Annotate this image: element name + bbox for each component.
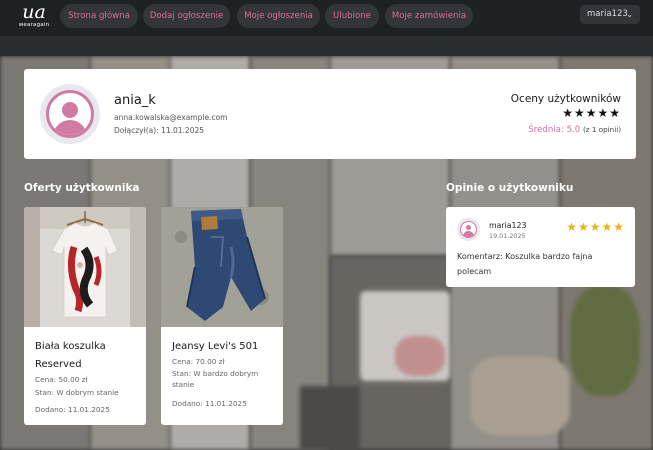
profile-email: anna.kowalska@example.com (114, 113, 228, 122)
product-price: Cena: 70.00 zł (172, 357, 225, 366)
nav-my-orders[interactable]: Moje zamówienia (385, 4, 473, 28)
avatar (457, 218, 480, 241)
review-date: 19.01.2025 (489, 232, 526, 240)
nav-add-listing[interactable]: Dodaj ogłoszenie (143, 4, 230, 28)
logo-wordmark: wearagain (18, 22, 50, 28)
offers-section-title: Oferty użytkownika (24, 182, 140, 194)
product-title[interactable]: Biała koszulka Reserved (35, 338, 139, 374)
nav-my-listings[interactable]: Moje ogłoszenia (237, 4, 320, 28)
user-menu-dropdown[interactable]: maria123 ⌄ (580, 5, 640, 24)
product-card[interactable]: Jeansy Levi's 501 Cena: 70.00 zł Stan: W… (161, 207, 283, 425)
product-condition: Stan: W bardzo dobrym stanie (172, 369, 259, 389)
review-comment: Komentarz: Koszulka bardzo fajna polecam (457, 249, 627, 279)
review-card: maria123 19.01.2025 ★★★★★ Komentarz: Kos… (446, 207, 635, 287)
profile-joined-date: Dołączył(a): 11.01.2025 (114, 126, 205, 135)
user-menu-label: maria123 (587, 9, 628, 19)
product-condition: Stan: W dobrym stanie (35, 388, 119, 397)
review-stars-icon: ★★★★★ (566, 220, 625, 234)
product-price: Cena: 50.00 zł (35, 375, 88, 384)
profile-card: ania_k anna.kowalska@example.com Dołączy… (24, 69, 636, 159)
reviews-section-title: Opinie o użytkowniku (446, 182, 574, 194)
nav-favorites[interactable]: Ulubione (325, 4, 379, 28)
ratings-title: Oceny użytkowników (510, 93, 621, 105)
product-card[interactable]: Biała koszulka Reserved Cena: 50.00 zł S… (24, 207, 146, 425)
rating-stars-icon: ★★★★★ (562, 106, 621, 120)
product-title[interactable]: Jeansy Levi's 501 (172, 338, 276, 356)
nav-home[interactable]: Strona główna (60, 4, 138, 28)
logo[interactable]: ua wearagain (14, 2, 54, 32)
avatar (40, 84, 100, 144)
review-comment-label: Komentarz: (457, 252, 503, 261)
product-added-date: Dodano: 11.01.2025 (35, 405, 110, 414)
profile-username: ania_k (114, 93, 156, 108)
navbar-strip (0, 36, 653, 56)
jeans-photo[interactable] (161, 207, 283, 327)
average-rating: Średnia: 5.0 (z 1 opinii) (528, 125, 621, 135)
rating-count: (z 1 opinii) (582, 125, 621, 134)
white-tshirt-photo[interactable] (24, 207, 146, 327)
logo-mark: ua (22, 1, 46, 23)
product-added-date: Dodano: 11.01.2025 (172, 399, 247, 408)
review-author: maria123 (489, 221, 527, 230)
average-rating-value: Średnia: 5.0 (528, 125, 581, 135)
chevron-down-icon: ⌄ (626, 10, 633, 19)
